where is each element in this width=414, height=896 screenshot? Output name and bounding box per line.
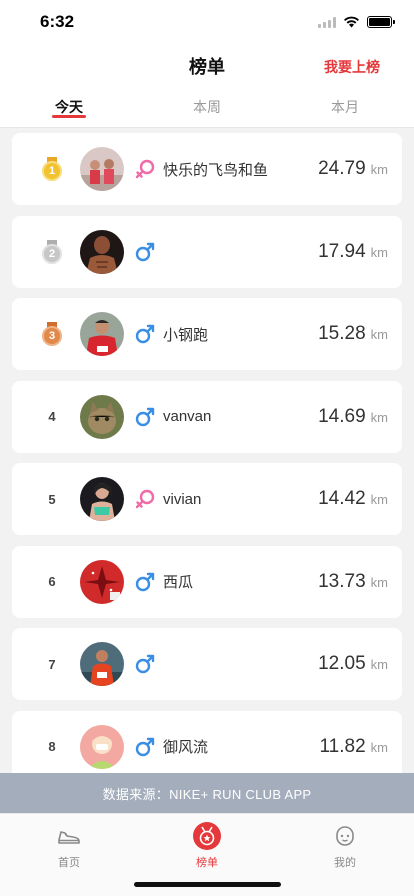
male-gender-icon <box>134 736 156 758</box>
rank-number: 2 <box>42 243 62 264</box>
rank-number: 5 <box>48 491 56 507</box>
avatar[interactable] <box>80 312 124 356</box>
tab-this-month[interactable]: 本月 <box>276 88 414 127</box>
page-title: 榜单 <box>189 57 225 77</box>
distance-value: 14.69 <box>318 405 366 427</box>
home-indicator <box>134 882 281 887</box>
tab-this-week[interactable]: 本周 <box>138 88 276 127</box>
male-gender-icon <box>134 653 156 675</box>
tabbar-label-home: 首页 <box>58 857 80 869</box>
runner-name: 御风流 <box>163 739 209 756</box>
distance: 14.42 km <box>318 488 388 510</box>
ranking-row[interactable]: 2 17.94 km <box>12 215 402 288</box>
nav-bar: 榜单 我要上榜 <box>0 44 414 88</box>
battery-icon <box>367 16 395 28</box>
bronze-medal-icon: 3 <box>42 322 62 346</box>
distance-value: 24.79 <box>318 158 366 179</box>
ranking-row[interactable]: 7 12.05 km <box>12 628 402 700</box>
ranking-row[interactable]: 8 御风流 11.82 km <box>12 710 402 783</box>
distance: 13.73 km <box>318 571 388 593</box>
avatar[interactable] <box>80 477 124 521</box>
distance: 15.28 km <box>318 323 388 345</box>
female-gender-icon <box>134 488 156 510</box>
female-gender-icon <box>134 158 156 180</box>
silver-medal-icon: 2 <box>42 239 62 264</box>
ranking-row[interactable]: 1 快乐的飞鸟和鱼 24.79 km <box>12 133 402 205</box>
avatar[interactable] <box>80 642 124 686</box>
distance: 14.69 km <box>318 406 388 428</box>
period-tabs: 今天 本周 本月 <box>0 88 414 128</box>
status-time: 6:32 <box>40 12 75 31</box>
medal-icon <box>193 822 221 850</box>
distance-value: 17.94 <box>318 240 366 262</box>
runner-name: 快乐的飞鸟和鱼 <box>163 161 269 179</box>
distance-value: 13.73 <box>318 570 366 592</box>
distance-unit: km <box>370 327 388 342</box>
wifi-icon <box>344 16 359 28</box>
distance-unit: km <box>370 657 388 672</box>
tabbar-label-ranking: 榜单 <box>196 857 218 869</box>
male-gender-icon <box>134 571 156 593</box>
rank-number: 4 <box>48 409 56 424</box>
distance-unit: km <box>370 409 388 425</box>
distance-unit: km <box>370 574 388 590</box>
distance: 24.79 km <box>318 158 388 180</box>
face-icon <box>331 822 359 850</box>
rank-number: 8 <box>48 739 56 754</box>
distance: 17.94 km <box>318 241 388 263</box>
tabbar-label-mine: 我的 <box>334 857 356 869</box>
signal-icon <box>318 16 336 28</box>
ranking-row[interactable]: 4 vanvan 14.69 km <box>12 380 402 453</box>
distance-unit: km <box>370 739 388 755</box>
avatar[interactable] <box>80 147 124 191</box>
male-gender-icon <box>134 406 156 428</box>
male-gender-icon <box>134 241 156 263</box>
status-bar: 6:32 <box>0 0 414 44</box>
distance-value: 15.28 <box>318 323 366 344</box>
status-icons <box>318 16 395 28</box>
join-ranking-button[interactable]: 我要上榜 <box>324 57 380 77</box>
gold-medal-icon: 1 <box>42 157 62 181</box>
shoe-icon <box>55 822 83 850</box>
distance-unit: km <box>370 162 388 177</box>
distance-value: 14.42 <box>318 488 366 509</box>
runner-name: vanvan <box>163 408 212 425</box>
ranking-row[interactable]: 6 西瓜 13.73 km <box>12 545 402 618</box>
distance: 11.82 km <box>320 736 388 758</box>
data-source-bar: 数据来源：NIKE+ RUN CLUB APP <box>0 773 414 813</box>
runner-name: 西瓜 <box>163 574 194 591</box>
tabbar-item-mine[interactable]: 我的 <box>276 814 414 896</box>
ranking-row[interactable]: 3 小钢跑 15.28 km <box>12 298 402 370</box>
distance-value: 11.82 <box>319 735 366 757</box>
avatar[interactable] <box>80 394 124 439</box>
data-source-text: 数据来源：NIKE+ RUN CLUB APP <box>102 786 312 802</box>
ranking-list: 1 快乐的飞鸟和鱼 24.79 km 2 17.94 km 3 小钢跑 15.28 km 4 vanva… <box>12 133 402 793</box>
ranking-row[interactable]: 5 vivian 14.42 km <box>12 463 402 535</box>
distance-value: 12.05 <box>318 653 366 674</box>
rank-number: 6 <box>48 574 56 589</box>
male-gender-icon <box>134 323 156 345</box>
tabbar-item-home[interactable]: 首页 <box>0 814 138 896</box>
distance: 12.05 km <box>318 653 388 675</box>
runner-name: vivian <box>163 490 202 508</box>
distance-unit: km <box>370 244 388 260</box>
avatar[interactable] <box>80 229 124 274</box>
rank-number: 3 <box>42 326 62 346</box>
distance-unit: km <box>370 492 388 507</box>
avatar[interactable] <box>80 559 124 604</box>
rank-number: 1 <box>42 161 62 181</box>
runner-name: 小钢跑 <box>163 326 209 344</box>
tab-today[interactable]: 今天 <box>0 88 138 127</box>
rank-number: 7 <box>48 656 56 672</box>
avatar[interactable] <box>80 724 124 769</box>
